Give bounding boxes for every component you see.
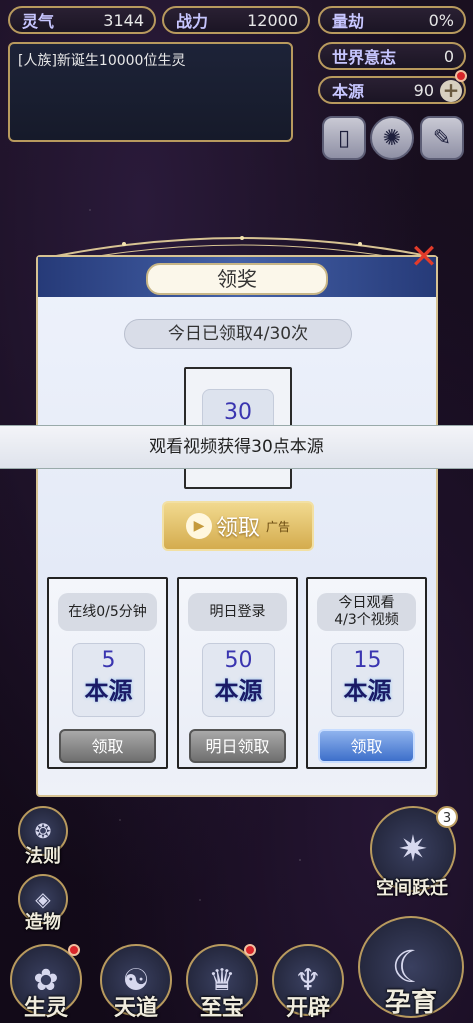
zhibao-notification-dot (244, 944, 256, 956)
faze-label: 法则 (25, 846, 61, 867)
kongjian-label: 空间跃迁 (376, 878, 448, 899)
scroll-icon: ✎ (432, 125, 452, 151)
zaowu-label: 造物 (25, 912, 61, 933)
card-label: 明日登录 (188, 593, 287, 631)
daily-count: 今日已领取4/30次 (124, 319, 352, 349)
nav-tiandao-label: 天道 (113, 995, 158, 1021)
stat-lingqi-value: 3144 (103, 10, 144, 30)
card-reward: 50 本源 (202, 643, 275, 717)
card-unit: 本源 (343, 676, 392, 705)
nav-kaipi-label: 开辟 (285, 995, 330, 1021)
stat-zhanli-value: 12000 (247, 10, 298, 30)
card-amount: 5 (101, 648, 116, 673)
stat-liangjie: 量劫 0% (318, 6, 466, 34)
add-benyuan-button[interactable]: + (440, 80, 462, 102)
card-label: 在线0/5分钟 (58, 593, 157, 631)
card-amount: 15 (353, 648, 382, 673)
card-deck-icon: ▯ (337, 125, 351, 151)
stat-benyuan: 本源 90 + (318, 76, 466, 104)
event-log-message: [人族]新诞生10000位生灵 (18, 53, 186, 69)
claim-videos-button[interactable]: 领取 (318, 729, 415, 763)
card-unit: 本源 (84, 676, 133, 705)
portal-icon: ✷ (397, 828, 429, 870)
stat-lingqi-label: 灵气 (22, 12, 55, 31)
ad-tag: 广告 (266, 519, 291, 534)
stat-lingqi: 灵气 3144 (8, 6, 156, 34)
play-video-icon: ▶ (185, 513, 212, 539)
reward-dialog: 领奖 ✕ 今日已领取4/30次 30 ▶ 领取 广告 在线0/5分钟 5 本源 … (36, 239, 438, 797)
reward-card-videos: 今日观看 4/3个视频 15 本源 领取 (306, 577, 427, 769)
reward-card-login: 明日登录 50 本源 明日领取 (177, 577, 298, 769)
card-reward: 5 本源 (72, 643, 145, 717)
reward-card-online: 在线0/5分钟 5 本源 领取 (47, 577, 168, 769)
vortex-icon: ✺ (382, 125, 402, 151)
stat-zhanli-label: 战力 (176, 12, 209, 31)
faze-icon: ❂ (34, 819, 52, 843)
nav-shengling-label: 生灵 (23, 995, 68, 1021)
stat-benyuan-value: 90 (413, 80, 434, 100)
claim-tomorrow-button[interactable]: 明日领取 (189, 729, 286, 763)
event-log: [人族]新诞生10000位生灵 (8, 42, 293, 142)
stat-liangjie-value: 0% (428, 10, 454, 30)
vortex-button[interactable]: ✺ (370, 116, 414, 160)
scroll-button[interactable]: ✎ (420, 116, 464, 160)
stat-shijie: 世界意志 0 (318, 42, 466, 70)
stat-benyuan-label: 本源 (332, 82, 365, 101)
stat-zhanli: 战力 12000 (162, 6, 310, 34)
claim-ad-label: 领取 (215, 516, 260, 541)
stat-liangjie-label: 量劫 (332, 12, 365, 31)
shengling-notification-dot (68, 944, 80, 956)
close-button[interactable]: ✕ (406, 239, 442, 275)
card-amount: 50 (224, 648, 253, 673)
claim-online-button[interactable]: 领取 (59, 729, 156, 763)
toast-banner: 观看视频获得30点本源 (0, 425, 473, 469)
kongjian-badge: 3 (436, 806, 458, 828)
stat-shijie-value: 0 (443, 46, 454, 66)
notification-dot (455, 70, 467, 82)
card-deck-button[interactable]: ▯ (322, 116, 366, 160)
card-label: 今日观看 4/3个视频 (317, 593, 416, 631)
claim-ad-button[interactable]: ▶ 领取 广告 (162, 501, 314, 551)
nav-yunyu-label: 孕育 (384, 988, 437, 1018)
dialog-title: 领奖 (146, 263, 328, 295)
card-reward: 15 本源 (331, 643, 404, 717)
stat-shijie-label: 世界意志 (332, 48, 397, 67)
nav-zhibao-label: 至宝 (199, 995, 244, 1021)
card-unit: 本源 (214, 676, 263, 705)
